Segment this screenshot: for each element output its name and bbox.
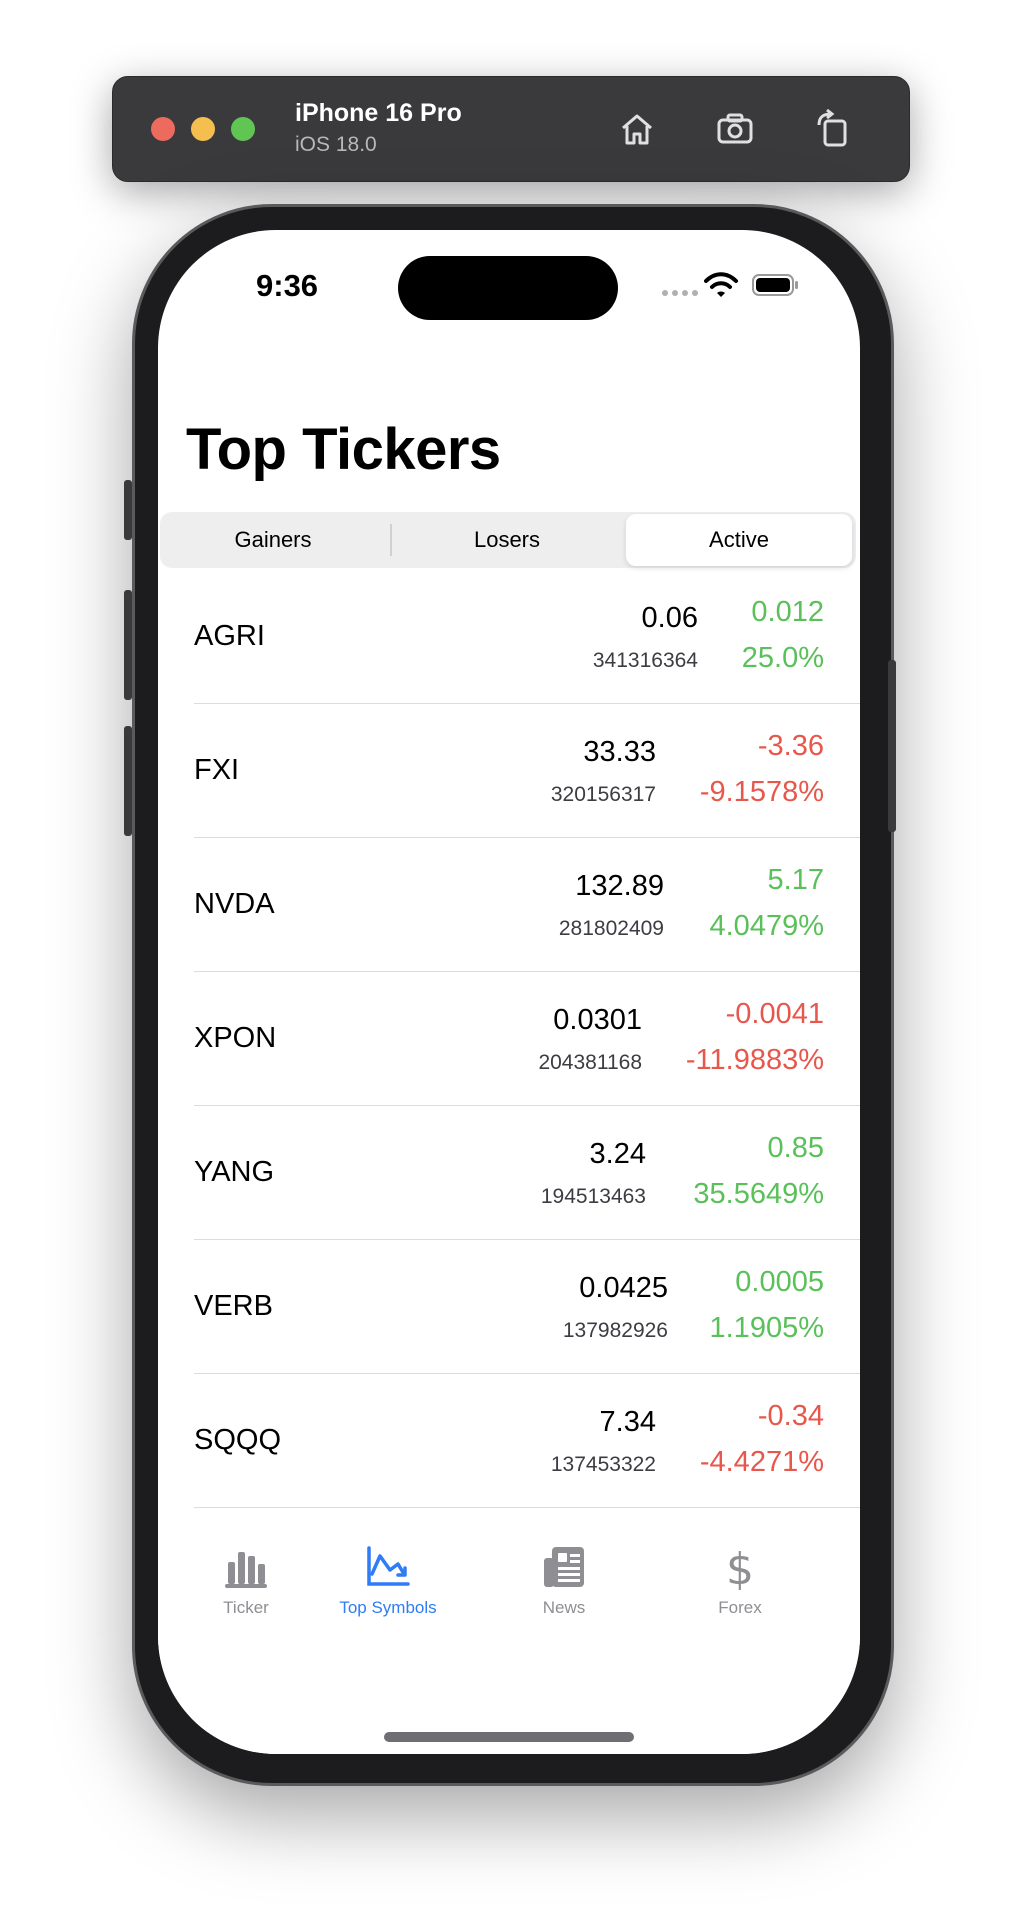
ticker-change-value: 0.85 [767,1132,824,1164]
ticker-change: 0.012 25.0% [742,594,824,676]
ticker-change-value: -0.34 [757,1400,824,1432]
action-button [124,480,132,540]
ticker-price: 0.06 [641,602,698,634]
ticker-price-volume: 33.33 320156317 [551,734,656,808]
trend-chart-icon [367,1546,410,1586]
ticker-price: 7.34 [599,1406,656,1438]
ticker-price: 33.33 [583,736,656,768]
segment-active[interactable]: Active [626,514,852,566]
home-icon [622,114,652,145]
segment-divider [390,524,392,556]
ticker-volume: 204381168 [538,1051,642,1074]
ticker-volume: 281802409 [558,917,664,940]
ticker-symbol: FXI [194,754,240,786]
ticker-row[interactable]: SQQQ 7.34 137453322 -0.34 -4.4271% [158,1374,860,1508]
ticker-change-percent: 1.1905% [709,1312,825,1344]
wifi-icon [704,272,738,297]
ticker-change-value: 5.17 [767,864,824,896]
ticker-price-volume: 0.0425 137982926 [563,1270,668,1344]
simulator-title-bar: iPhone 16 Pro iOS 18.0 [112,76,910,182]
ticker-symbol: XPON [194,1022,277,1054]
ticker-change-percent: 4.0479% [709,910,825,942]
home-indicator [384,1732,634,1742]
tab-forex-label: Forex [718,1598,762,1617]
ticker-row[interactable]: XPON 0.0301 204381168 -0.0041 -11.9883% [158,972,860,1106]
power-button [888,660,896,832]
page-title: Top Tickers [186,417,501,482]
ticker-change: -0.0041 -11.9883% [686,996,824,1078]
ticker-change-percent: 25.0% [741,642,824,674]
ticker-change-percent: -4.4271% [699,1446,824,1478]
screenshot-button[interactable] [711,105,759,153]
minimize-window-button[interactable] [191,117,215,141]
volume-up-button [124,590,132,700]
ticker-price-volume: 0.06 341316364 [593,600,698,674]
rotate-icon [817,108,847,147]
ticker-symbol: AGRI [194,620,265,652]
ticker-change: -3.36 -9.1578% [700,728,824,810]
battery-icon [752,274,798,296]
ticker-row[interactable]: VERB 0.0425 137982926 0.0005 1.1905% [158,1240,860,1374]
phone-screen: 9:36 Top Tickers Gainers Losers Active A… [158,230,860,1754]
tab-news[interactable]: News [476,1544,652,1618]
zoom-window-button[interactable] [231,117,255,141]
ticker-symbol: NVDA [194,888,275,920]
tab-bar: Ticker Top Symbols News $ Forex [158,1522,860,1754]
ticker-change-value: -3.36 [757,730,824,762]
svg-text:$: $ [726,1544,754,1590]
ticker-volume: 341316364 [592,649,698,672]
ticker-change-value: 0.0005 [735,1266,824,1298]
ticker-list[interactable]: AGRI 0.06 341316364 0.012 25.0% FXI 33.33 32015… [158,570,860,1522]
segment-gainers[interactable]: Gainers [160,514,386,566]
tab-forex[interactable]: $ Forex [652,1544,828,1618]
tab-top-symbols[interactable]: Top Symbols [300,1544,476,1618]
ticker-change: 0.0005 1.1905% [710,1264,825,1346]
ticker-change-percent: -11.9883% [685,1044,824,1076]
cellular-signal-icon [662,290,698,296]
device-name: iPhone 16 Pro [295,99,462,127]
ticker-price: 0.0301 [553,1004,642,1036]
status-time: 9:36 [256,268,319,303]
ticker-row[interactable]: FXI 33.33 320156317 -3.36 -9.1578% [158,704,860,838]
ticker-price: 0.0425 [579,1272,668,1304]
screenshot-icon [717,113,753,144]
ticker-change: 0.85 35.5649% [693,1130,824,1212]
ticker-symbol: VERB [194,1290,273,1322]
dynamic-island [398,256,618,320]
ticker-volume: 194513463 [540,1185,646,1208]
ticker-row[interactable]: ALCE0.1441-0.0058 [158,1508,860,1522]
tab-news-label: News [542,1598,586,1617]
bar-chart-icon [225,1552,267,1588]
rotate-button[interactable] [809,105,857,153]
volume-down-button [124,726,132,836]
ticker-price: 3.24 [589,1138,646,1170]
ticker-change-value: -0.0041 [725,998,824,1030]
ticker-symbol: SQQQ [194,1424,282,1456]
os-version: iOS 18.0 [295,133,377,156]
ticker-row[interactable]: AGRI 0.06 341316364 0.012 25.0% [158,570,860,704]
ticker-change-percent: -9.1578% [699,776,824,808]
ticker-price-volume: 7.34 137453322 [551,1404,656,1478]
ticker-volume: 137453322 [550,1453,656,1476]
segment-losers[interactable]: Losers [394,514,620,566]
ticker-price: 132.89 [575,870,664,902]
newspaper-icon [544,1547,584,1587]
close-window-button[interactable] [151,117,175,141]
segmented-control: Gainers Losers Active [160,512,856,568]
ticker-row[interactable]: YANG 3.24 194513463 0.85 35.5649% [158,1106,860,1240]
ticker-price-volume: 3.24 194513463 [541,1136,646,1210]
ticker-change-percent: 35.5649% [693,1178,824,1210]
ticker-change: 5.17 4.0479% [710,862,825,944]
dollar-icon: $ [726,1544,754,1590]
ticker-change: -0.34 -4.4271% [700,1398,824,1480]
tab-top-symbols-label: Top Symbols [339,1598,437,1617]
ticker-volume: 320156317 [550,783,656,806]
ticker-symbol: YANG [194,1156,275,1188]
ticker-price-volume: 0.0301 204381168 [538,1002,642,1076]
home-button[interactable] [613,105,661,153]
ticker-volume: 137982926 [562,1319,668,1342]
ticker-price-volume: 132.89 281802409 [559,868,664,942]
ticker-change-value: 0.012 [751,596,824,628]
ticker-row[interactable]: NVDA 132.89 281802409 5.17 4.0479% [158,838,860,972]
